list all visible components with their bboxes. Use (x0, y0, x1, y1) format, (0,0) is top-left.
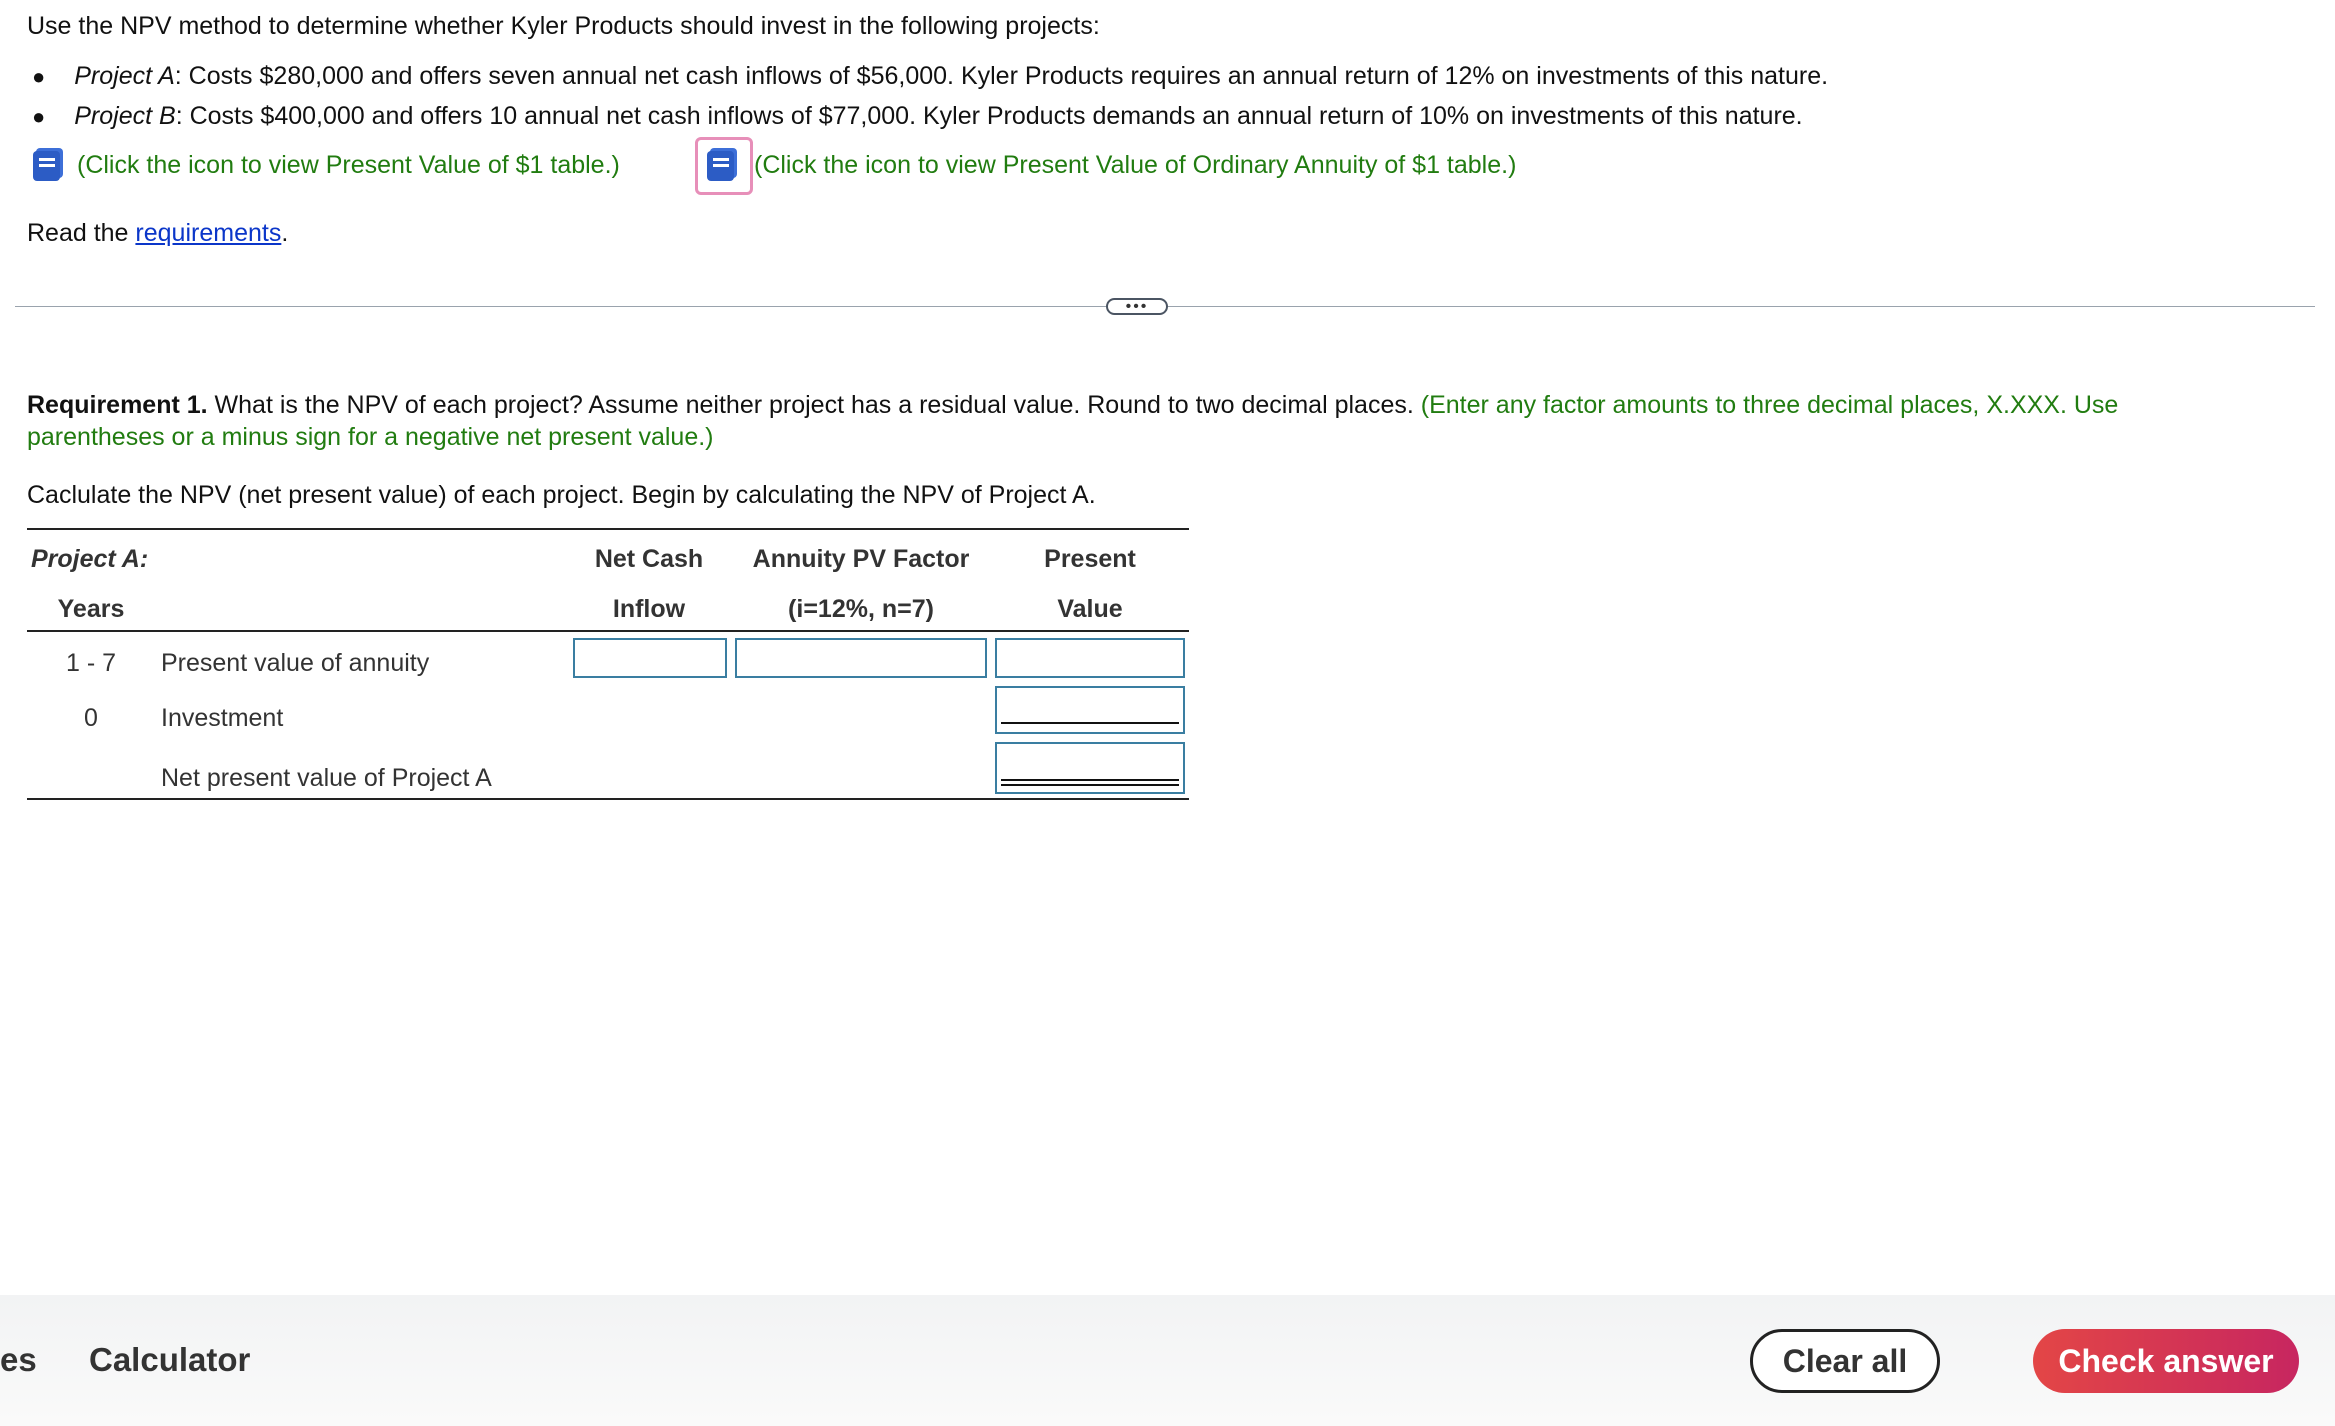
col-header-pv-1: Present (1044, 545, 1136, 573)
table-top-rule (27, 528, 1189, 530)
row-years: 1 - 7 (65, 649, 117, 677)
annuity-table-link[interactable]: (Click the icon to view Present Value of… (754, 150, 1516, 180)
bullet-project-b: ● Project B: Costs $400,000 and offers 1… (32, 101, 1803, 131)
read-suffix: . (281, 219, 289, 247)
footer-bar (0, 1295, 2335, 1426)
expand-divider-button[interactable]: ••• (1106, 298, 1168, 315)
pv-table-book-icon[interactable] (30, 145, 68, 190)
bullet-text: : Costs $280,000 and offers seven annual… (174, 62, 1829, 90)
bullet-dot: ● (32, 104, 46, 129)
calculator-button[interactable]: Calculator (89, 1341, 250, 1379)
footer-partial-link[interactable]: es (0, 1341, 37, 1379)
intro-text: Use the NPV method to determine whether … (27, 12, 1100, 40)
annuity-table-book-icon[interactable] (704, 145, 742, 190)
requirements-link[interactable]: requirements (135, 219, 281, 247)
requirement-label: Requirement 1. (27, 391, 208, 419)
read-requirements: Read the requirements. (27, 218, 288, 248)
bullet-dot: ● (32, 64, 46, 89)
table-bottom-rule (27, 798, 1189, 800)
table-title: Project A: (31, 545, 149, 573)
col-header-factor-1: Annuity PV Factor (752, 545, 970, 573)
single-underline (1001, 722, 1179, 724)
row-label: Net present value of Project A (161, 764, 492, 792)
npv-project-a-input[interactable] (995, 742, 1185, 794)
net-cash-inflow-input[interactable] (573, 638, 727, 678)
col-header-ncf-2: Inflow (612, 595, 686, 623)
requirement-hint-2: parentheses or a minus sign for a negati… (27, 423, 714, 451)
instruction-text: Caclulate the NPV (net present value) of… (27, 481, 1096, 509)
row-years: 0 (84, 704, 98, 732)
pv-table-link[interactable]: (Click the icon to view Present Value of… (77, 150, 620, 180)
requirement-text: What is the NPV of each project? Assume … (207, 391, 1414, 419)
double-underline-top (1001, 779, 1179, 781)
row-label: Present value of annuity (161, 649, 430, 677)
table-header-rule (27, 630, 1189, 632)
col-header-pv-2: Value (1057, 595, 1123, 623)
bullet-label: Project B (74, 102, 176, 130)
check-answer-button[interactable]: Check answer (2033, 1329, 2299, 1393)
clear-all-button[interactable]: Clear all (1750, 1329, 1940, 1393)
read-prefix: Read the (27, 219, 136, 247)
col-header-ncf-1: Net Cash (594, 545, 704, 573)
annuity-pv-factor-input[interactable] (735, 638, 987, 678)
investment-input[interactable] (995, 686, 1185, 734)
bullet-label: Project A (74, 62, 175, 90)
requirement-hint-1: (Enter any factor amounts to three decim… (1420, 391, 2119, 419)
double-underline-bottom (1001, 784, 1179, 786)
requirement-line-1: Requirement 1. What is the NPV of each p… (27, 390, 2118, 420)
col-header-years: Years (57, 595, 125, 623)
col-header-factor-2: (i=12%, n=7) (788, 595, 934, 623)
pv-annuity-input[interactable] (995, 638, 1185, 678)
bullet-project-a: ● Project A: Costs $280,000 and offers s… (32, 61, 1828, 91)
row-label: Investment (161, 704, 284, 732)
bullet-text: : Costs $400,000 and offers 10 annual ne… (175, 102, 1803, 130)
